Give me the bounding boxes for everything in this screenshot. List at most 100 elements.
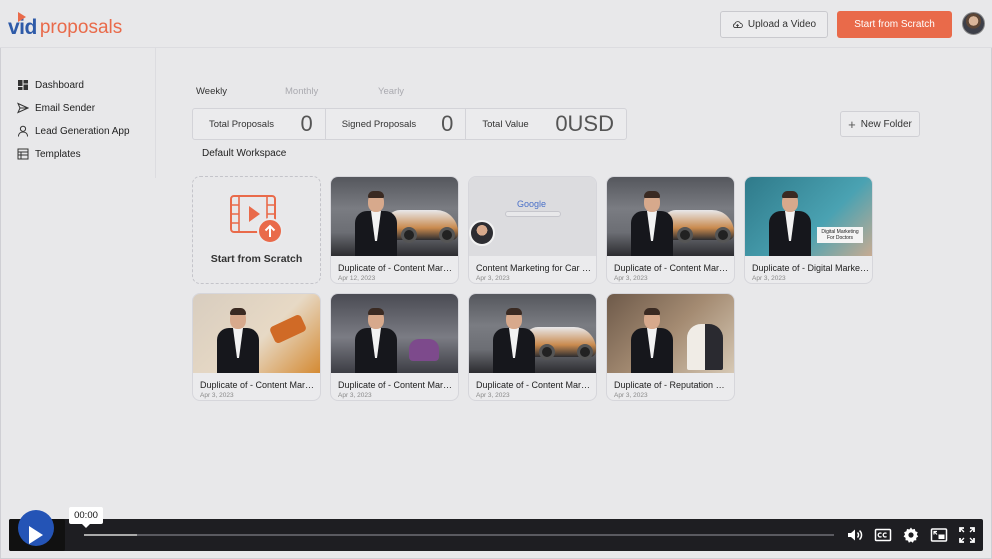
play-icon [29,526,43,544]
wheel [715,227,731,243]
video-thumbnail [331,294,458,373]
video-card[interactable]: Duplicate of - Content Marketing for Car… [330,176,459,284]
video-card[interactable]: Duplicate of - Content Marketing for Car… [606,176,735,284]
video-date: Apr 3, 2023 [476,392,510,399]
upload-video-button[interactable]: Upload a Video [720,11,828,38]
presenter [491,308,537,373]
wheel [539,344,555,360]
tab-monthly[interactable]: Monthly [285,86,318,97]
video-title: Duplicate of - Content Marketing for Con… [200,380,318,390]
video-card[interactable]: Google Content Marketing for Car Dealers… [468,176,597,284]
couple-graphic [687,324,723,370]
template-icon [17,148,29,160]
presenter [767,191,813,256]
progress-fill [84,534,137,536]
video-date: Apr 3, 2023 [476,275,510,282]
stat-label: Total Value [482,118,529,130]
cloud-upload-icon [732,21,743,29]
presenter [629,308,675,373]
wheel [677,227,693,243]
video-thumbnail [331,177,458,256]
wheel [439,227,455,243]
sidebar-item-templates[interactable]: Templates [17,146,81,162]
video-thumbnail: Google [469,177,596,256]
stat-label: Signed Proposals [341,118,417,130]
video-title: Duplicate of - Content Marketing for Car… [338,263,456,273]
video-create-icon [230,195,283,244]
start-from-scratch-button[interactable]: Start from Scratch [837,11,952,38]
start-from-scratch-card[interactable]: Start from Scratch [192,176,321,284]
sidebar-item-lead-generation[interactable]: Lead Generation App [17,123,130,139]
captions-icon [874,528,892,542]
tool-graphic [268,313,308,345]
fullscreen-button[interactable] [957,524,977,546]
google-logo-text: Google [517,199,547,209]
progress-track[interactable] [84,534,834,536]
vidproposals-logo[interactable]: vid proposals [8,10,122,40]
sidebar-item-label: Templates [35,148,81,160]
video-date: Apr 3, 2023 [752,275,786,282]
picture-in-picture-button[interactable] [929,524,949,546]
video-date: Apr 3, 2023 [614,392,648,399]
tab-weekly[interactable]: Weekly [196,86,227,97]
user-icon [18,125,28,137]
captions-button[interactable] [873,524,893,546]
stat-value: 0 [300,111,313,136]
video-title: Duplicate of - Content Marketing for Car… [614,263,732,273]
sidebar-item-dashboard[interactable]: Dashboard [17,77,84,93]
logo-play-icon [18,12,26,22]
send-icon [17,102,29,114]
video-card[interactable]: Duplicate of - Content Marketing for Car… [468,293,597,401]
plus-icon: + [848,116,856,132]
video-title: Duplicate of - Content Marketing for Cle… [338,380,456,390]
video-date: Apr 3, 2023 [338,392,372,399]
stat-value: 0USD [555,111,614,136]
stats-bar: Total Proposals 0 Signed Proposals 0 Tot… [192,108,627,140]
stat-value: 0 [441,111,454,136]
volume-button[interactable] [845,524,865,546]
video-thumbnail [469,294,596,373]
video-thumbnail [193,294,320,373]
new-folder-button[interactable]: + New Folder [840,111,920,137]
sidebar-item-email-sender[interactable]: Email Sender [17,100,95,116]
user-avatar[interactable] [962,12,985,35]
presenter [629,191,675,256]
logo-vid: vid [8,12,37,40]
video-date: Apr 12, 2023 [338,275,376,282]
gear-icon [903,527,919,543]
stat-signed-proposals: Signed Proposals 0 [326,109,467,139]
search-bar-graphic [505,211,561,217]
workspace-title: Default Workspace [202,148,287,159]
video-title: Duplicate of - Digital Marketing For Doc… [752,263,870,273]
sidebar-item-label: Email Sender [35,102,96,114]
sidebar-item-label: Dashboard [35,79,84,91]
video-card[interactable]: Duplicate of - Reputation Management for… [606,293,735,401]
dashboard-icon [18,80,28,90]
start-from-scratch-card-label: Start from Scratch [210,253,303,265]
video-date: Apr 3, 2023 [614,275,648,282]
video-thumbnail [607,294,734,373]
video-thumbnail: Digital Marketing For Doctors [745,177,872,256]
presenter [353,308,399,373]
video-title: Duplicate of - Content Marketing for Car… [476,380,594,390]
video-title: Content Marketing for Car Dealerships [476,263,594,273]
stat-label: Total Proposals [209,118,274,130]
stat-total-value: Total Value 0USD [466,109,626,139]
top-header: vid proposals Upload a Video Start from … [0,0,992,48]
video-title: Duplicate of - Reputation Management for… [614,380,732,390]
time-tooltip: 00:00 [69,507,103,528]
pip-icon [930,528,948,542]
presenter-avatar [469,220,495,246]
presenter [353,191,399,256]
video-thumbnail [607,177,734,256]
video-card[interactable]: Digital Marketing For Doctors Duplicate … [744,176,873,284]
stat-total-proposals: Total Proposals 0 [193,109,326,139]
wheel [577,344,593,360]
sidebar-item-label: Lead Generation App [35,125,130,137]
upload-video-label: Upload a Video [747,19,817,30]
video-card[interactable]: Duplicate of - Content Marketing for Con… [192,293,321,401]
video-card[interactable]: Duplicate of - Content Marketing for Cle… [330,293,459,401]
tab-yearly[interactable]: Yearly [378,86,404,97]
settings-button[interactable] [901,524,921,546]
new-folder-label: New Folder [860,118,912,130]
